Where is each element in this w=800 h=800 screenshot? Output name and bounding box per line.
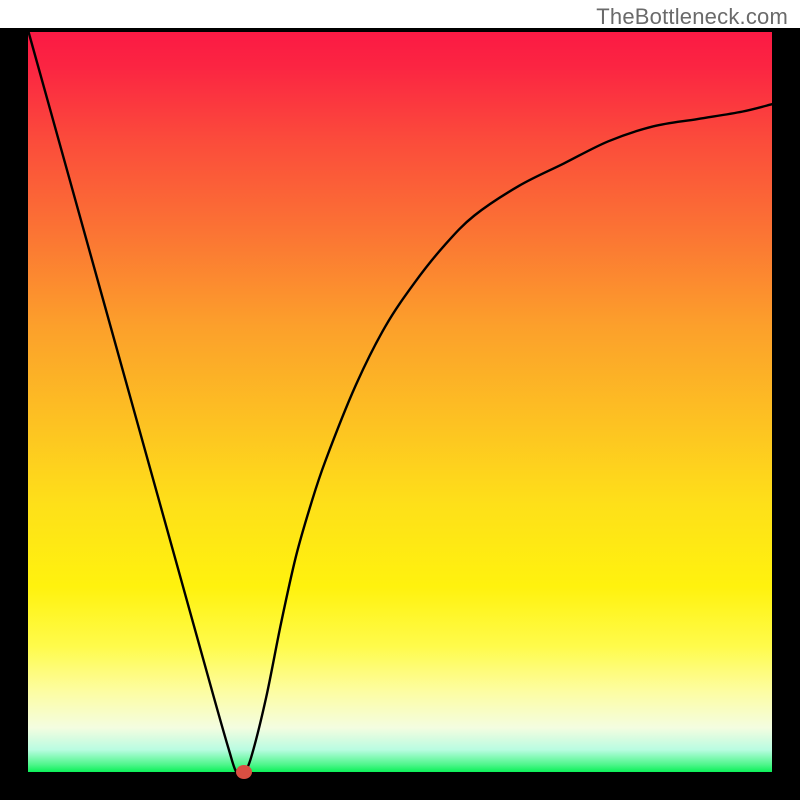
border-bottom (0, 772, 800, 800)
border-left (0, 0, 28, 800)
watermark-text: TheBottleneck.com (596, 4, 788, 30)
border-right (772, 0, 800, 800)
chart-container: TheBottleneck.com (0, 0, 800, 800)
optimal-point-marker (236, 765, 252, 779)
plot-gradient-background (28, 30, 772, 772)
